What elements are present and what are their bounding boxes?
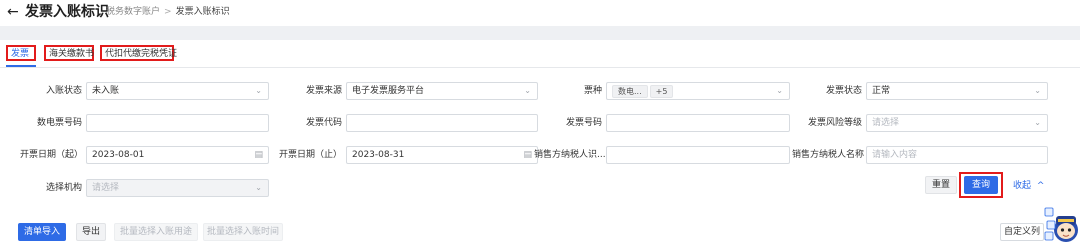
assistant-mascot-icon[interactable] bbox=[1044, 203, 1078, 243]
chevron-up-icon: ^ bbox=[1036, 181, 1045, 191]
date-start-value: 2023-08-01 bbox=[92, 150, 145, 160]
invoice-status-select[interactable]: 正常 ⌄ bbox=[866, 82, 1048, 100]
risk-level-label: 发票风险等级 bbox=[807, 118, 862, 128]
ticket-type-tag: 数电... bbox=[612, 85, 648, 98]
risk-level-placeholder: 请选择 bbox=[872, 118, 900, 128]
export-button[interactable]: 导出 bbox=[76, 223, 106, 241]
breadcrumb-separator-icon: > bbox=[164, 7, 172, 17]
custom-columns-button[interactable]: 自定义列 bbox=[1000, 223, 1044, 241]
date-start-label: 开票日期（起） bbox=[20, 150, 84, 160]
seller-name-placeholder: 请输入内容 bbox=[872, 150, 918, 160]
breadcrumb: 税务数字账户 > 发票入账标识 bbox=[106, 7, 230, 18]
collapse-link[interactable]: 收起 ^ bbox=[1013, 180, 1044, 192]
digital-number-input[interactable] bbox=[86, 114, 269, 132]
invoice-number-input[interactable] bbox=[606, 114, 790, 132]
seller-tax-id-input[interactable] bbox=[606, 146, 790, 164]
ticket-type-more-tag: +5 bbox=[649, 85, 674, 98]
chevron-down-icon: ⌄ bbox=[1034, 118, 1041, 127]
seller-tax-id-label: 销售方纳税人识... bbox=[534, 150, 606, 160]
page-header: ← 发票入账标识 税务数字账户 > 发票入账标识 bbox=[0, 0, 1080, 26]
tab-withholding-certificate[interactable]: 代扣代缴完税凭证 bbox=[100, 45, 177, 61]
invoice-code-input[interactable] bbox=[346, 114, 538, 132]
invoice-source-label: 发票来源 bbox=[305, 86, 342, 96]
invoice-code-label: 发票代码 bbox=[305, 118, 342, 128]
invoice-source-value: 电子发票服务平台 bbox=[352, 86, 425, 96]
chevron-down-icon: ⌄ bbox=[255, 86, 262, 95]
entry-status-select[interactable]: 未入账 ⌄ bbox=[86, 82, 269, 100]
date-start-picker[interactable]: 2023-08-01 ▤ bbox=[86, 146, 269, 164]
entry-status-value: 未入账 bbox=[92, 86, 120, 96]
org-placeholder: 请选择 bbox=[92, 183, 120, 193]
tab-invoice[interactable]: 发票 bbox=[6, 45, 36, 61]
org-label: 选择机构 bbox=[45, 183, 82, 193]
reset-button[interactable]: 重置 bbox=[925, 176, 957, 194]
tabs-divider bbox=[0, 67, 1080, 68]
entry-status-label: 入账状态 bbox=[45, 86, 82, 96]
org-select[interactable]: 请选择 ⌄ bbox=[86, 179, 269, 197]
calendar-icon: ▤ bbox=[254, 150, 263, 160]
date-end-value: 2023-08-31 bbox=[352, 150, 405, 160]
query-button[interactable]: 查询 bbox=[964, 176, 998, 194]
batch-time-button[interactable]: 批量选择入账时间 bbox=[203, 223, 283, 241]
page: ← 发票入账标识 税务数字账户 > 发票入账标识 发票 海关缴款书 代扣代缴完税凭证… bbox=[0, 0, 1080, 247]
batch-purpose-button[interactable]: 批量选择入账用途 bbox=[114, 223, 198, 241]
breadcrumb-item-account[interactable]: 税务数字账户 bbox=[106, 7, 160, 17]
risk-level-select[interactable]: 请选择 ⌄ bbox=[866, 114, 1048, 132]
seller-name-label: 销售方纳税人名称 bbox=[792, 150, 865, 160]
chevron-down-icon: ⌄ bbox=[776, 86, 783, 95]
chevron-down-icon: ⌄ bbox=[1034, 86, 1041, 95]
invoice-number-label: 发票号码 bbox=[565, 118, 602, 128]
chevron-down-icon: ⌄ bbox=[524, 86, 531, 95]
date-end-picker[interactable]: 2023-08-31 ▤ bbox=[346, 146, 538, 164]
breadcrumb-item-current: 发票入账标识 bbox=[175, 7, 230, 17]
invoice-status-value: 正常 bbox=[872, 86, 891, 96]
invoice-source-select[interactable]: 电子发票服务平台 ⌄ bbox=[346, 82, 538, 100]
chevron-down-icon: ⌄ bbox=[255, 183, 262, 192]
date-end-label: 开票日期（止） bbox=[278, 150, 342, 160]
import-list-button[interactable]: 清单导入 bbox=[18, 223, 66, 241]
ticket-type-label: 票种 bbox=[583, 86, 602, 96]
seller-name-input[interactable]: 请输入内容 bbox=[866, 146, 1048, 164]
main-card bbox=[0, 40, 1080, 247]
page-title: 发票入账标识 bbox=[25, 4, 109, 20]
tab-customs-payment[interactable]: 海关缴款书 bbox=[44, 45, 94, 61]
digital-number-label: 数电票号码 bbox=[36, 118, 82, 128]
calendar-icon: ▤ bbox=[523, 150, 532, 160]
collapse-label: 收起 bbox=[1013, 181, 1032, 191]
ticket-type-select[interactable]: 数电... +5 ⌄ bbox=[606, 82, 790, 100]
invoice-status-label: 发票状态 bbox=[825, 86, 862, 96]
back-arrow-icon[interactable]: ← bbox=[7, 5, 19, 19]
